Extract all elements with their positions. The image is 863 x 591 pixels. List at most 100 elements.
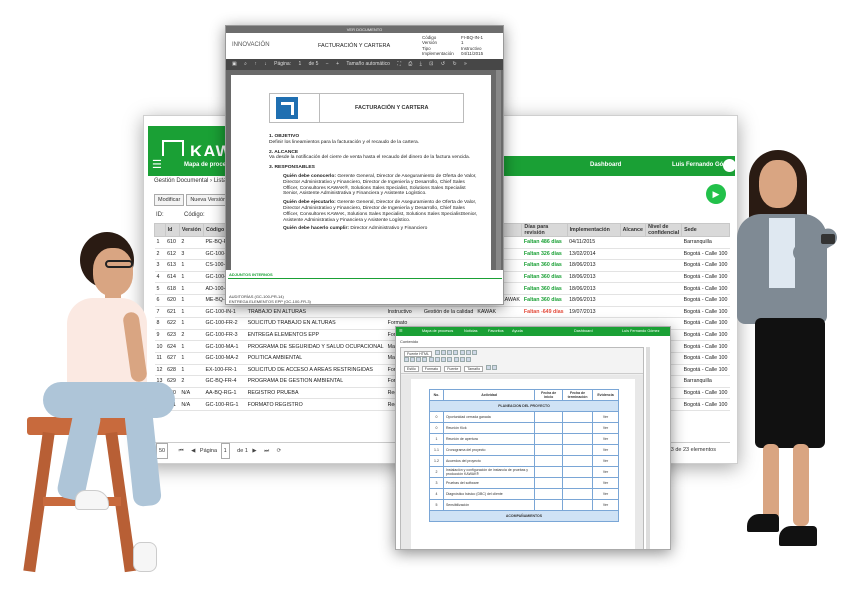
indent-icon[interactable] xyxy=(435,357,440,362)
col-confidentiality[interactable]: Nivel de confidencial xyxy=(645,223,683,237)
cell-review-days: Faltan 360 días xyxy=(521,282,568,295)
zoom-out-icon[interactable]: − xyxy=(326,61,329,67)
table-row: 4 Diagnóstico básico (DBC) del cliente Ver xyxy=(429,488,619,500)
nav-dashboard[interactable]: Dashboard xyxy=(590,162,621,168)
col-review-days[interactable]: Días para revisión xyxy=(521,223,568,237)
table-icon[interactable] xyxy=(466,357,471,362)
nav-favorites[interactable]: Favoritos xyxy=(488,327,504,336)
refresh-icon[interactable]: ⟳ xyxy=(277,448,282,454)
list-icon[interactable] xyxy=(429,357,434,362)
cell-activity: Reunión de apertura xyxy=(442,433,536,445)
format-select[interactable]: Formato xyxy=(421,366,442,372)
align-center-icon[interactable] xyxy=(447,357,452,362)
nav-help[interactable]: Ayuda xyxy=(512,327,523,336)
style-select[interactable]: Estilo xyxy=(404,366,419,372)
col-scope[interactable]: Alcance xyxy=(619,223,647,237)
save-icon[interactable] xyxy=(434,350,440,355)
attachments-title: ADJUNTOS INTERNOS xyxy=(229,272,273,277)
play-icon[interactable]: ▶ xyxy=(706,184,726,204)
evidence-link[interactable]: Ver xyxy=(592,466,619,478)
evidence-link[interactable]: Ver xyxy=(592,422,619,434)
page-input[interactable]: 1 xyxy=(298,61,301,67)
action-buttons: Modificar Nueva Versión xyxy=(154,188,232,206)
tools-icon[interactable]: » xyxy=(464,61,467,67)
rotate-ccw-icon[interactable]: ↺ xyxy=(441,61,445,67)
text-color-icon[interactable] xyxy=(486,365,492,370)
evidence-link[interactable]: Ver xyxy=(592,433,619,445)
fullscreen-icon[interactable]: ⛶ xyxy=(397,61,401,67)
cell-implementation: 18/06/2013 xyxy=(567,294,621,307)
evidence-link[interactable]: Ver xyxy=(592,411,619,423)
hamburger-icon[interactable]: ☰ xyxy=(152,160,162,171)
underline-icon[interactable] xyxy=(416,357,421,362)
image-icon[interactable] xyxy=(460,357,465,362)
evidence-link[interactable]: Ver xyxy=(592,444,619,456)
cell-code: GC-100-FR-3 xyxy=(203,329,246,342)
cell-end-date xyxy=(562,455,594,467)
print-icon[interactable]: ⎙ xyxy=(408,61,412,67)
prev-page-icon[interactable]: ↑ xyxy=(254,61,257,67)
cell-confidentiality xyxy=(645,271,682,284)
evidence-link[interactable]: Ver xyxy=(592,499,619,511)
cell-no: 0 xyxy=(429,422,444,434)
cell-process-text: Gestión de la calidad xyxy=(423,308,474,315)
user-name[interactable]: Luis Fernando Gómez xyxy=(622,327,660,336)
bg-color-icon[interactable] xyxy=(492,365,498,370)
nav-news[interactable]: Noticias xyxy=(464,327,478,336)
next-page-icon[interactable]: ↓ xyxy=(264,61,267,67)
hamburger-icon[interactable]: ☰ xyxy=(399,327,402,336)
nav-process-map[interactable]: Mapa de procesos xyxy=(422,327,453,336)
download-icon[interactable]: ⤓ xyxy=(420,61,422,67)
cell-activity: Reunión Kick xyxy=(442,422,536,434)
new-page-icon[interactable] xyxy=(440,350,446,355)
editor-scrollbar[interactable] xyxy=(646,347,650,549)
align-left-icon[interactable] xyxy=(441,357,446,362)
kawak-logo[interactable]: KAWAK xyxy=(148,126,257,162)
section-accompaniments-label: ACOMPAÑAMIENTOS xyxy=(429,510,619,522)
paste-icon[interactable] xyxy=(471,350,477,355)
preview-icon[interactable] xyxy=(446,350,452,355)
new-version-button[interactable]: Nueva Versión xyxy=(186,194,231,206)
toolbar-row-2 xyxy=(404,357,472,363)
responsable-3: Quién debe hacerlo cumplir: Director Adm… xyxy=(283,226,428,232)
italic-icon[interactable] xyxy=(410,357,415,362)
modify-button[interactable]: Modificar xyxy=(154,194,185,206)
page-input[interactable]: 1 xyxy=(220,443,230,459)
breadcrumb[interactable]: Gestión Documental › Listado xyxy=(154,178,233,184)
evidence-link[interactable]: Ver xyxy=(592,477,619,489)
bold-icon[interactable] xyxy=(404,357,409,362)
bookmark-icon[interactable]: ⊡ xyxy=(429,61,433,67)
font-select[interactable]: Fuente xyxy=(444,366,462,372)
cell-implementation: 18/06/2013 xyxy=(567,282,621,295)
strike-icon[interactable] xyxy=(422,357,427,362)
cell-name: SOLICITUD TRABAJO EN ALTURAS xyxy=(245,317,386,330)
filter-id-label: ID: xyxy=(156,212,164,218)
nav-dashboard[interactable]: Dashboard xyxy=(574,327,593,336)
table-row[interactable]: 7 621 1 GC-100-IN-1 TRABAJO EN ALTURAS Instru… xyxy=(154,306,730,319)
page-title: FACTURACIÓN Y CARTERA xyxy=(355,105,429,111)
pdf-scrollbar[interactable] xyxy=(496,70,501,270)
link-icon[interactable] xyxy=(454,357,459,362)
copy-icon[interactable] xyxy=(465,350,471,355)
table-row: 1.2 Acuerdos del proyecto Ver xyxy=(429,455,619,467)
evidence-link[interactable]: Ver xyxy=(592,488,619,500)
rotate-cw-icon[interactable]: ↻ xyxy=(452,61,456,67)
zoom-select[interactable]: Tamaño automático xyxy=(346,61,390,67)
next-page-icon[interactable]: ▶ xyxy=(252,448,256,454)
size-select[interactable]: Tamaño xyxy=(464,366,484,372)
search-icon[interactable]: ⌕ xyxy=(244,61,247,67)
cell-no: 2 xyxy=(429,466,444,478)
zoom-in-icon[interactable]: + xyxy=(336,61,339,67)
cell-end-date xyxy=(562,499,594,511)
standing-woman-illustration xyxy=(725,150,855,570)
col-implementation[interactable]: Implementación xyxy=(566,223,621,237)
sidebar-toggle-icon[interactable]: ▣ xyxy=(232,61,237,67)
cut-icon[interactable] xyxy=(459,350,465,355)
col-site[interactable]: Sede xyxy=(681,223,730,237)
evidence-link[interactable]: Ver xyxy=(592,455,619,467)
cell-name: TRABAJO EN ALTURAS xyxy=(245,306,386,319)
cell-site: Bogotá - Calle 100 xyxy=(681,259,730,272)
attachment-link[interactable]: ENTREGA ELEMENTOS EPP (GC-100-FR-3) xyxy=(229,299,311,304)
last-page-icon[interactable]: ⏭ xyxy=(264,448,269,454)
print-icon[interactable] xyxy=(452,350,458,355)
